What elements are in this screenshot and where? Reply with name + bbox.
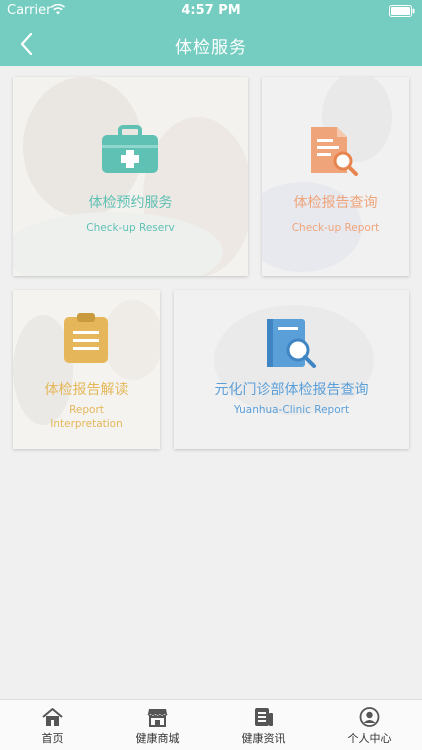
tab-label: 健康商城 [135,732,180,745]
tab-label: 首页 [41,732,64,745]
card-title-cn: 体检预约服务 [88,195,173,211]
tab-label: 健康资讯 [241,732,286,745]
card-title-en: Check-up Report [291,222,380,234]
checkup-reservation-card[interactable]: 体检预约服务 Check-up Reserv [13,77,248,276]
card-title-cn: 元化门诊部体检报告查询 [214,382,369,398]
battery-icon [389,5,415,17]
card-title-en: Yuanhua-Clinic Report [233,404,350,416]
report-interpretation-card[interactable]: 体检报告解读 Report Interpretation [13,290,160,449]
news-icon [255,708,273,726]
card-title-cn: 体检报告查询 [293,195,378,211]
status-time: 4:57 PM [181,3,241,18]
tab-store[interactable]: 健康商城 [105,700,210,750]
tab-home[interactable]: 首页 [0,700,105,750]
report-search-icon [311,127,358,176]
card-title-en-line1: Report [69,404,104,416]
checkup-report-card[interactable]: 体检报告查询 Check-up Report [262,77,409,276]
clipboard-icon [64,313,108,363]
background-photo [13,77,248,276]
tab-profile[interactable]: 个人中心 [317,700,422,750]
user-icon [359,707,380,727]
header-bar: Carrier 4:57 PM 体检服务 [0,0,422,66]
tab-label: 个人中心 [347,732,392,745]
tab-bar: 首页 健康商城 健康资讯 个人中心 [0,699,422,750]
page-title: 体检服务 [175,38,247,58]
store-icon [147,709,168,727]
card-title-en: Check-up Reserv [86,222,175,234]
home-icon [42,708,63,726]
card-title-en-line2: Interpretation [50,418,123,430]
yuanhua-clinic-report-card[interactable]: 元化门诊部体检报告查询 Yuanhua-Clinic Report [174,290,409,449]
medical-kit-icon [102,125,158,173]
card-title-cn: 体检报告解读 [44,382,129,398]
tab-news[interactable]: 健康资讯 [211,700,316,750]
status-bar: Carrier 4:57 PM [0,0,422,22]
book-search-icon [267,319,316,368]
